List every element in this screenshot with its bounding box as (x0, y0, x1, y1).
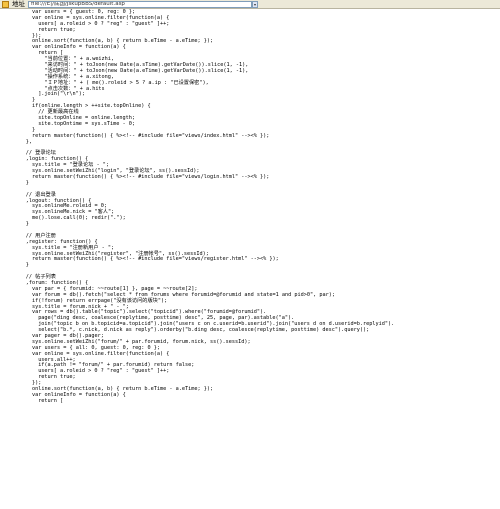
address-input[interactable]: file:///E|/底国/JskupBBS/default.asp (28, 0, 252, 8)
code-view: var users = { guest: 0, reg: 0 }; var onl… (0, 9, 500, 405)
folder-icon (2, 0, 9, 8)
address-dropdown-button[interactable] (252, 0, 258, 8)
address-bar: 地址 file:///E|/底国/JskupBBS/default.asp (0, 0, 500, 9)
code-line: return [ (38, 397, 64, 404)
address-label: 地址 (12, 0, 25, 8)
